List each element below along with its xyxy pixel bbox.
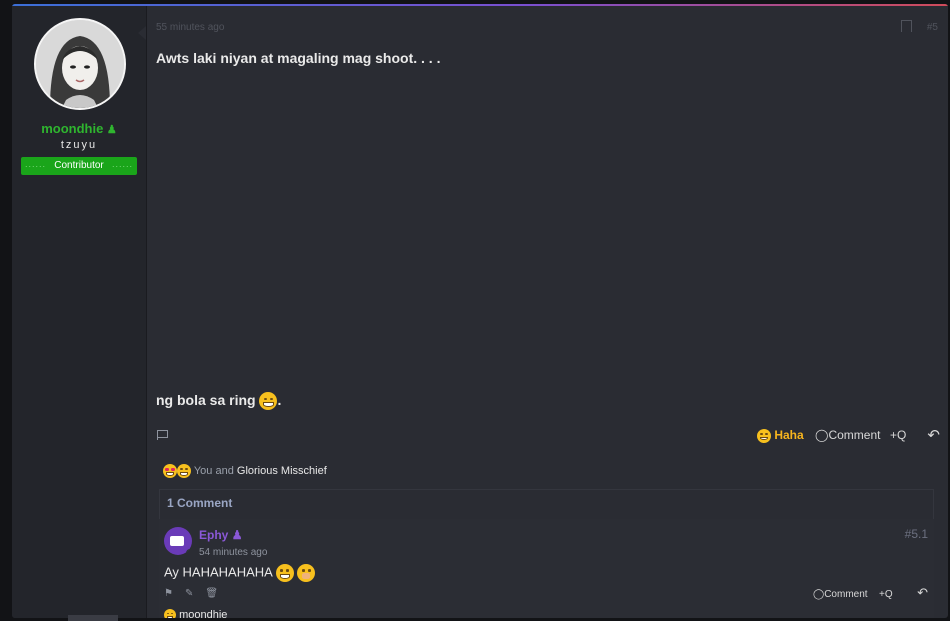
grinning-squint-emoji-icon xyxy=(275,564,294,582)
comment-number[interactable]: #5.1 xyxy=(905,527,928,541)
comment-reaction-user[interactable]: moondhie xyxy=(179,609,227,618)
comment-avatar[interactable] xyxy=(164,527,192,555)
post-actions: Haha ◯Comment +Q ↶ xyxy=(147,426,948,448)
post-time[interactable]: 55 minutes ago xyxy=(156,22,224,33)
avatar[interactable] xyxy=(34,18,126,110)
comment-tools: ⚑ ✎ 🗑 xyxy=(164,588,230,599)
post-text-line-2-text: ng bola sa ring xyxy=(156,392,256,408)
author-username-text[interactable]: moondhie xyxy=(41,121,103,136)
comment-author[interactable]: Ephy ♟ xyxy=(199,528,242,542)
post-text-line-1: Awts laki niyan at magaling mag shoot. .… xyxy=(156,50,441,66)
sidebar-arrow xyxy=(138,26,146,40)
heart-eyes-emoji-icon xyxy=(163,464,177,478)
comment-label: Comment xyxy=(828,428,881,442)
comment-bubble-icon: ◯ xyxy=(815,428,829,442)
post-text-line-2: ng bola sa ring . xyxy=(156,392,282,411)
comment-reply-label: Comment xyxy=(824,589,868,600)
page-scroll-strip xyxy=(68,615,118,621)
comment-author-name[interactable]: Ephy xyxy=(199,528,228,542)
post-container: moondhie ♟ tzuyu Contributor 55 minutes … xyxy=(12,4,948,618)
reply-icon[interactable]: ↶ xyxy=(917,585,928,601)
comment-text-body: Ay HAHAHAHAHA xyxy=(164,564,273,580)
comment-button[interactable]: ◯Comment xyxy=(815,428,880,442)
report-flag-icon[interactable] xyxy=(157,430,169,440)
reactions-prefix: You and xyxy=(193,464,234,477)
comments-toggle[interactable]: 1 Comment xyxy=(159,489,934,520)
comment-text: Ay HAHAHAHAHA xyxy=(164,564,316,582)
author-sidebar: moondhie ♟ tzuyu Contributor xyxy=(12,6,147,618)
user-badge-icon: ♟ xyxy=(106,124,117,136)
post-number[interactable]: #5 xyxy=(927,22,938,33)
comment-reactions[interactable]: moondhie xyxy=(164,609,227,618)
reactions-summary[interactable]: You and Glorious Misschief xyxy=(163,464,327,478)
user-badge-icon: ♟ xyxy=(231,528,243,542)
comment-bubble-icon: ◯ xyxy=(813,589,825,600)
comment-reply-button[interactable]: ◯Comment xyxy=(813,589,868,600)
comment-quote-button[interactable]: +Q xyxy=(879,589,893,600)
edit-icon[interactable]: ✎ xyxy=(185,588,193,599)
reactions-names[interactable]: Glorious Misschief xyxy=(237,465,327,477)
post-main: 55 minutes ago #5 Awts laki niyan at mag… xyxy=(147,6,948,618)
comments-count[interactable]: 1 Comment xyxy=(167,496,232,510)
rofl-emoji-icon xyxy=(177,464,191,478)
author-rank-badge: Contributor xyxy=(21,155,137,175)
hand-over-mouth-emoji-icon xyxy=(297,564,316,582)
delete-icon[interactable]: 🗑 xyxy=(205,588,218,599)
author-username[interactable]: moondhie ♟ xyxy=(12,121,146,136)
bookmark-icon[interactable] xyxy=(901,20,912,32)
report-flag-icon[interactable]: ⚑ xyxy=(164,588,173,599)
rofl-emoji-icon xyxy=(164,609,176,618)
author-user-title: tzuyu xyxy=(60,139,98,151)
post-text-line-2-suffix: . xyxy=(277,392,282,408)
comment-item: Ephy ♟ 54 minutes ago #5.1 Ay HAHAHAHAHA… xyxy=(159,519,934,618)
quote-button[interactable]: +Q xyxy=(890,428,906,442)
grinning-squint-emoji-icon xyxy=(259,392,278,411)
comment-time[interactable]: 54 minutes ago xyxy=(199,547,267,558)
reply-icon[interactable]: ↶ xyxy=(927,426,940,444)
rofl-emoji-icon xyxy=(757,428,771,443)
online-status-dot xyxy=(186,549,192,555)
haha-label: Haha xyxy=(774,428,804,442)
haha-reaction-button[interactable]: Haha xyxy=(757,428,804,443)
